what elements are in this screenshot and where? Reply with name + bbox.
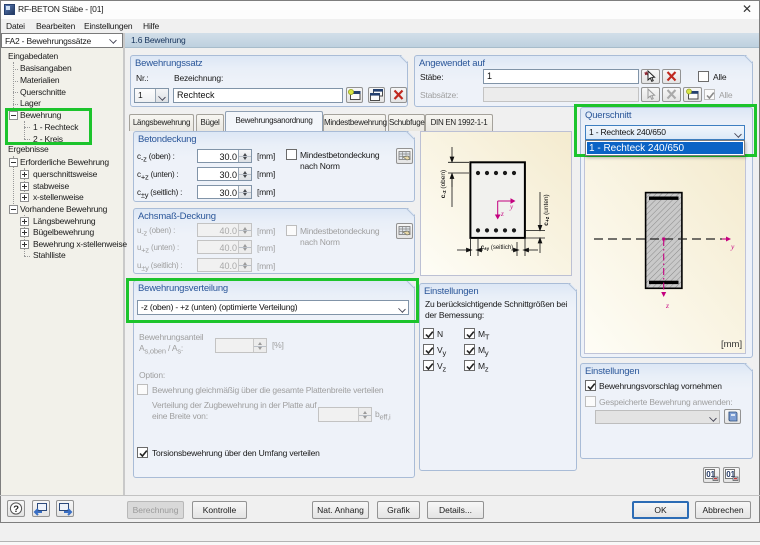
- svg-text:c-z (oben): c-z (oben): [440, 170, 448, 198]
- svg-text:z: z: [500, 210, 504, 218]
- svg-text:c±y (seitlich): c±y (seitlich): [481, 245, 513, 251]
- svg-text:z: z: [665, 301, 669, 310]
- svg-text:y: y: [730, 242, 735, 251]
- svg-text:[mm]: [mm]: [721, 339, 742, 350]
- svg-text:c+z (unten): c+z (unten): [543, 194, 551, 225]
- svg-text:?: ?: [13, 504, 19, 515]
